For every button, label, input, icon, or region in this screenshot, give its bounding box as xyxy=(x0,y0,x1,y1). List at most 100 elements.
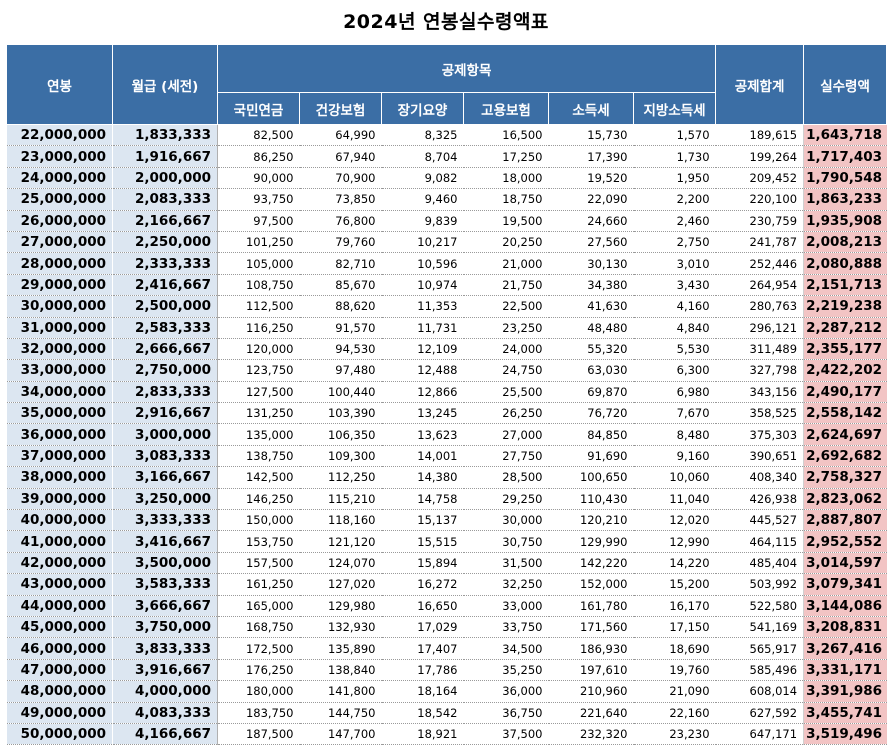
cell-net-pay: 2,008,213 xyxy=(803,231,887,254)
cell-monthly: 2,750,000 xyxy=(112,359,218,382)
cell-total-deduction: 296,121 xyxy=(715,317,805,339)
cell-salary: 25,000,000 xyxy=(6,188,113,211)
cell-employment: 27,750 xyxy=(463,445,549,468)
cell-salary: 39,000,000 xyxy=(6,488,113,511)
cell-pension: 97,500 xyxy=(217,210,300,232)
cell-total-deduction: 375,303 xyxy=(715,423,805,446)
cell-employment: 36,000 xyxy=(463,680,549,703)
cell-net-pay: 2,758,327 xyxy=(803,466,887,489)
cell-net-pay: 3,144,086 xyxy=(803,595,887,617)
cell-ltc: 18,921 xyxy=(381,723,464,745)
cell-ltc: 17,786 xyxy=(381,659,464,682)
cell-health: 112,250 xyxy=(299,466,382,489)
cell-ltc: 17,407 xyxy=(381,637,464,660)
cell-pension: 105,000 xyxy=(217,252,300,275)
cell-monthly: 3,000,000 xyxy=(112,423,218,446)
table-row: 47,000,000 3,916,667 176,250 138,840 17,786 3… xyxy=(6,659,887,682)
cell-employment: 28,500 xyxy=(463,466,549,489)
cell-net-pay: 1,717,403 xyxy=(803,145,887,168)
cell-local-tax: 12,990 xyxy=(633,530,716,553)
cell-net-pay: 2,692,682 xyxy=(803,445,887,468)
cell-income-tax: 27,560 xyxy=(548,231,634,254)
cell-monthly: 2,583,333 xyxy=(112,317,218,339)
cell-monthly: 3,583,333 xyxy=(112,573,218,596)
cell-income-tax: 84,850 xyxy=(548,423,634,446)
cell-monthly: 3,333,333 xyxy=(112,509,218,532)
cell-total-deduction: 358,525 xyxy=(715,402,805,425)
cell-monthly: 2,166,667 xyxy=(112,210,218,232)
cell-pension: 86,250 xyxy=(217,145,300,168)
header-ltc: 장기요양 xyxy=(381,92,464,125)
cell-pension: 150,000 xyxy=(217,509,300,532)
cell-income-tax: 55,320 xyxy=(548,338,634,361)
cell-health: 127,020 xyxy=(299,573,382,596)
cell-income-tax: 197,610 xyxy=(548,659,634,682)
header-salary: 연봉 xyxy=(6,44,113,125)
cell-employment: 20,250 xyxy=(463,231,549,254)
cell-net-pay: 1,790,548 xyxy=(803,167,887,190)
table-row: 43,000,000 3,583,333 161,250 127,020 16,272 3… xyxy=(6,573,887,596)
cell-employment: 24,750 xyxy=(463,359,549,382)
cell-employment: 33,000 xyxy=(463,595,549,617)
cell-total-deduction: 311,489 xyxy=(715,338,805,361)
cell-income-tax: 19,520 xyxy=(548,167,634,190)
cell-net-pay: 3,391,986 xyxy=(803,680,887,703)
table-row: 27,000,000 2,250,000 101,250 79,760 10,217 20… xyxy=(6,231,887,254)
cell-total-deduction: 503,992 xyxy=(715,573,805,596)
cell-employment: 21,000 xyxy=(463,252,549,275)
cell-net-pay: 1,643,718 xyxy=(803,124,887,147)
cell-pension: 123,750 xyxy=(217,359,300,382)
cell-pension: 168,750 xyxy=(217,616,300,639)
cell-health: 64,990 xyxy=(299,124,382,147)
cell-pension: 101,250 xyxy=(217,231,300,254)
cell-health: 129,980 xyxy=(299,595,382,617)
cell-monthly: 2,416,667 xyxy=(112,274,218,297)
cell-ltc: 8,325 xyxy=(381,124,464,147)
cell-income-tax: 34,380 xyxy=(548,274,634,297)
cell-net-pay: 2,219,238 xyxy=(803,295,887,318)
table-row: 40,000,000 3,333,333 150,000 118,160 15,137 3… xyxy=(6,509,887,532)
cell-ltc: 13,623 xyxy=(381,423,464,446)
table-row: 37,000,000 3,083,333 138,750 109,300 14,001 2… xyxy=(6,445,887,468)
cell-salary: 35,000,000 xyxy=(6,402,113,425)
cell-income-tax: 152,000 xyxy=(548,573,634,596)
cell-monthly: 3,666,667 xyxy=(112,595,218,617)
cell-salary: 32,000,000 xyxy=(6,338,113,361)
cell-total-deduction: 390,651 xyxy=(715,445,805,468)
cell-ltc: 10,596 xyxy=(381,252,464,275)
cell-salary: 28,000,000 xyxy=(6,252,113,275)
cell-monthly: 3,750,000 xyxy=(112,616,218,639)
cell-employment: 19,500 xyxy=(463,210,549,232)
cell-monthly: 4,000,000 xyxy=(112,680,218,703)
cell-total-deduction: 445,527 xyxy=(715,509,805,532)
cell-income-tax: 142,220 xyxy=(548,552,634,575)
cell-employment: 24,000 xyxy=(463,338,549,361)
cell-income-tax: 171,560 xyxy=(548,616,634,639)
cell-ltc: 11,353 xyxy=(381,295,464,318)
cell-salary: 46,000,000 xyxy=(6,637,113,660)
table-row: 44,000,000 3,666,667 165,000 129,980 16,650 3… xyxy=(6,595,887,617)
table-row: 41,000,000 3,416,667 153,750 121,120 15,515 3… xyxy=(6,530,887,553)
cell-health: 85,670 xyxy=(299,274,382,297)
cell-pension: 82,500 xyxy=(217,124,300,147)
cell-health: 67,940 xyxy=(299,145,382,168)
cell-pension: 131,250 xyxy=(217,402,300,425)
cell-salary: 48,000,000 xyxy=(6,680,113,703)
cell-local-tax: 1,570 xyxy=(633,124,716,147)
cell-total-deduction: 647,171 xyxy=(715,723,805,745)
cell-local-tax: 6,300 xyxy=(633,359,716,382)
cell-salary: 29,000,000 xyxy=(6,274,113,297)
cell-pension: 161,250 xyxy=(217,573,300,596)
cell-total-deduction: 565,917 xyxy=(715,637,805,660)
cell-salary: 38,000,000 xyxy=(6,466,113,489)
cell-local-tax: 2,200 xyxy=(633,188,716,211)
cell-pension: 108,750 xyxy=(217,274,300,297)
cell-income-tax: 30,130 xyxy=(548,252,634,275)
cell-total-deduction: 464,115 xyxy=(715,530,805,553)
cell-ltc: 12,109 xyxy=(381,338,464,361)
cell-ltc: 9,460 xyxy=(381,188,464,211)
cell-income-tax: 221,640 xyxy=(548,702,634,724)
cell-income-tax: 76,720 xyxy=(548,402,634,425)
cell-monthly: 4,166,667 xyxy=(112,723,218,745)
cell-pension: 116,250 xyxy=(217,317,300,339)
